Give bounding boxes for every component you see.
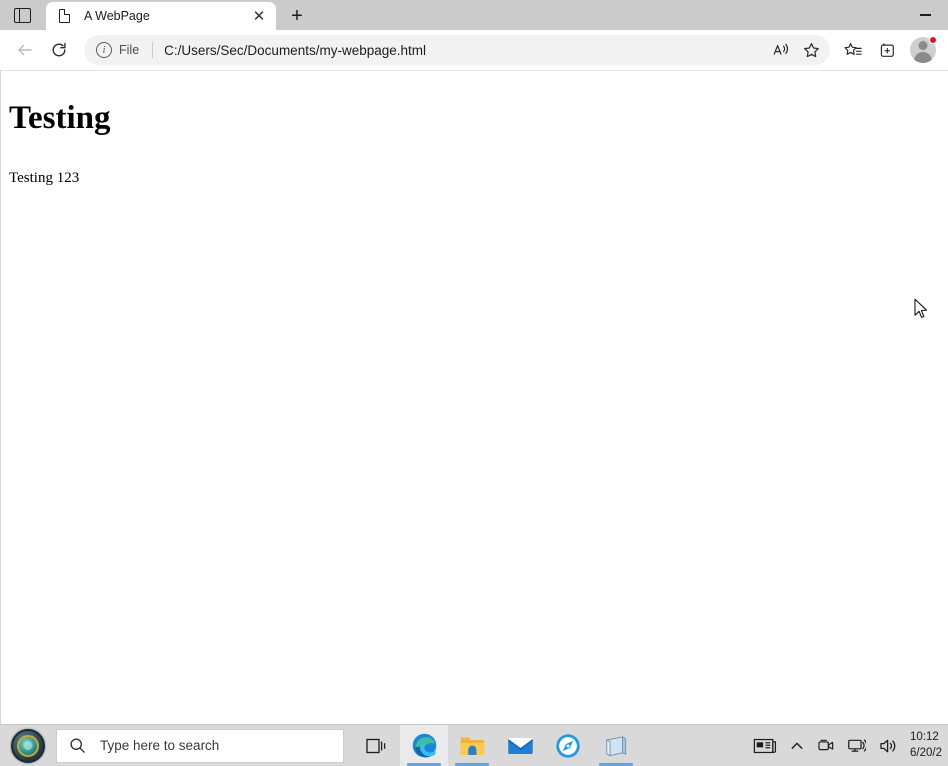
toolbar-actions: [836, 34, 940, 66]
page-title: Testing: [9, 100, 111, 136]
scheme-label: File: [119, 43, 140, 57]
search-icon: [70, 738, 85, 753]
tab-actions-button[interactable]: [0, 0, 44, 30]
clock[interactable]: 10:12 6/20/2: [904, 725, 948, 766]
site-info-chip[interactable]: i File: [92, 42, 141, 58]
tab-title: A WebPage: [84, 9, 150, 23]
browser-window: A WebPage ✕ + i File C:/Users/Sec/Docume…: [0, 0, 948, 724]
mail-icon: [507, 737, 533, 754]
profile-button[interactable]: [906, 34, 940, 66]
system-tray: 10:12 6/20/2: [747, 725, 948, 766]
task-view-icon: [366, 738, 386, 753]
taskbar-item-microsoft-edge[interactable]: [400, 724, 448, 766]
taskbar-search[interactable]: Type here to search: [56, 728, 344, 763]
running-indicator: [599, 762, 633, 766]
address-bar[interactable]: i File C:/Users/Sec/Documents/my-webpage…: [84, 35, 830, 65]
omnibox-actions: [766, 37, 826, 63]
close-icon[interactable]: ✕: [248, 5, 270, 27]
start-button[interactable]: [0, 725, 56, 766]
page-paragraph: Testing 123: [9, 170, 80, 187]
volume-icon: [880, 739, 896, 752]
star-icon: [803, 43, 819, 58]
page-icon: [57, 8, 73, 24]
running-indicator: [407, 762, 441, 766]
running-indicator: [455, 762, 489, 766]
network-button[interactable]: [841, 725, 872, 766]
news-and-interests-button[interactable]: [747, 725, 783, 766]
window-controls: [902, 0, 948, 30]
screen: A WebPage ✕ + i File C:/Users/Sec/Docume…: [0, 0, 948, 766]
reload-button[interactable]: [42, 34, 76, 66]
network-icon: [848, 739, 866, 752]
chevron-up-icon: [791, 742, 803, 749]
taskbar: Type here to search 10:12 6/20/2: [0, 724, 948, 766]
camera-button[interactable]: [811, 725, 841, 766]
taskbar-item-notepad[interactable]: [592, 725, 640, 766]
clock-date: 6/20/2: [910, 746, 942, 759]
vertical-tabs-icon: [13, 7, 31, 23]
collections-icon: [880, 42, 894, 57]
file-explorer-icon: [460, 736, 484, 755]
read-aloud-icon: [773, 43, 788, 55]
browser-toolbar: i File C:/Users/Sec/Documents/my-webpage…: [0, 30, 948, 70]
url-text[interactable]: C:/Users/Sec/Documents/my-webpage.html: [164, 43, 760, 58]
minimize-icon: [919, 14, 931, 16]
camera-icon: [818, 739, 834, 751]
notepad-icon: [606, 735, 627, 756]
omnibox-divider: [152, 42, 154, 58]
taskbar-item-file-explorer[interactable]: [448, 725, 496, 766]
read-aloud-button[interactable]: [766, 37, 796, 63]
page-content: Testing Testing 123: [0, 70, 948, 724]
favorites-button[interactable]: [836, 34, 870, 66]
volume-button[interactable]: [872, 725, 904, 766]
edge-icon: [412, 733, 436, 758]
reload-icon: [52, 42, 66, 57]
add-favorite-button[interactable]: [796, 37, 826, 63]
compass-icon: [556, 733, 580, 758]
collections-button[interactable]: [870, 34, 904, 66]
favorites-icon: [844, 42, 862, 55]
show-hidden-icons-button[interactable]: [783, 725, 811, 766]
search-placeholder: Type here to search: [100, 738, 220, 753]
taskbar-item-compass-app[interactable]: [544, 725, 592, 766]
browser-tab[interactable]: A WebPage ✕: [46, 2, 276, 30]
taskbar-apps: [352, 724, 640, 766]
notification-badge: [929, 36, 937, 44]
new-tab-button[interactable]: +: [280, 2, 314, 30]
news-icon: [753, 738, 777, 753]
start-orb-icon: [11, 728, 45, 763]
taskbar-item-mail[interactable]: [496, 725, 544, 766]
minimize-button[interactable]: [902, 0, 948, 30]
clock-time: 10:12: [910, 730, 939, 743]
tab-strip: A WebPage ✕ +: [0, 0, 948, 30]
back-button[interactable]: [8, 34, 42, 66]
info-icon: i: [96, 42, 112, 58]
taskbar-item-task-view[interactable]: [352, 725, 400, 766]
back-arrow-icon: [18, 44, 32, 56]
